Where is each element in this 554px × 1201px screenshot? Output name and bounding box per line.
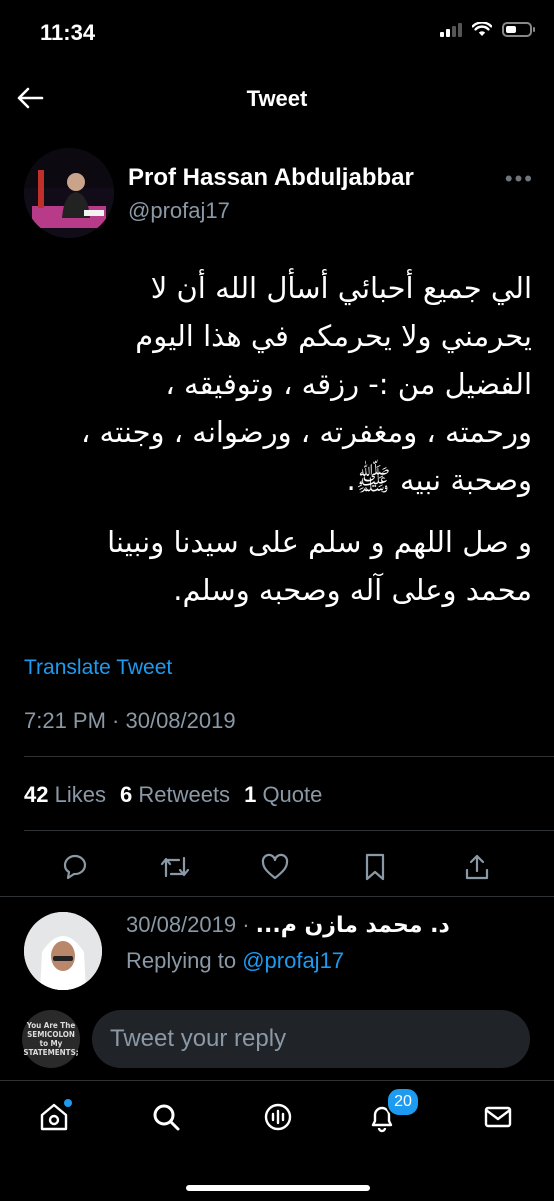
battery-icon — [502, 22, 535, 37]
retweet-icon — [160, 856, 190, 878]
replying-to-handle[interactable]: @profaj17 — [242, 948, 344, 973]
tweet-paragraph: الي جميع أحبائي أسأل الله أن لا يحرمني و… — [80, 271, 532, 497]
reply-composer: You Are The SEMICOLON to My STATEMENTS; … — [0, 1002, 554, 1074]
like-button[interactable] — [258, 850, 292, 884]
share-icon — [465, 854, 489, 880]
author-name[interactable]: Prof Hassan Abduljabbar — [128, 164, 414, 192]
share-button[interactable] — [460, 850, 494, 884]
home-indicator — [186, 1185, 370, 1191]
status-icons — [440, 22, 535, 37]
replying-to: Replying to @profaj17 — [126, 948, 344, 974]
retweets-stat[interactable]: 6 Retweets — [120, 782, 230, 808]
tweet-author: Prof Hassan Abduljabbar @profaj17 ••• — [24, 148, 534, 240]
divider — [0, 896, 554, 897]
reply-date: 30/08/2019 — [126, 912, 237, 937]
divider — [24, 830, 554, 831]
tweet-stats: 42 Likes 6 Retweets 1 Quote — [24, 782, 322, 808]
bookmark-button[interactable] — [358, 850, 392, 884]
tweet-text: الي جميع أحبائي أسأل الله أن لا يحرمني و… — [22, 264, 532, 628]
author-avatar[interactable] — [24, 148, 114, 238]
tweet-timestamp: 7:21 PM · 30/08/2019 — [24, 708, 236, 733]
avatar-photo — [24, 148, 114, 238]
spaces-icon — [264, 1103, 292, 1131]
reply-input[interactable]: Tweet your reply — [92, 1010, 530, 1068]
tab-spaces[interactable] — [258, 1097, 298, 1137]
user-avatar[interactable]: You Are The SEMICOLON to My STATEMENTS; — [22, 1010, 80, 1068]
header: Tweet — [0, 70, 554, 126]
comment-icon — [63, 854, 87, 880]
tab-messages[interactable] — [478, 1097, 518, 1137]
tab-home[interactable] — [34, 1097, 74, 1137]
tab-bar: 20 — [0, 1080, 554, 1201]
status-bar: 11:34 — [0, 0, 554, 66]
likes-stat[interactable]: 42 Likes — [24, 782, 106, 808]
page-title: Tweet — [246, 86, 308, 111]
tab-search[interactable] — [146, 1097, 186, 1137]
notifications-badge: 20 — [386, 1087, 420, 1117]
author-handle[interactable]: @profaj17 — [128, 198, 230, 224]
reply-author-name[interactable]: د. محمد مازن م... — [256, 913, 450, 938]
search-icon — [153, 1104, 180, 1131]
reply-header: د. محمد مازن م... · 30/08/2019 — [126, 912, 450, 938]
mail-icon — [484, 1106, 512, 1128]
more-options-icon[interactable]: ••• — [505, 166, 534, 192]
quotes-stat[interactable]: 1 Quote — [244, 782, 322, 808]
retweet-button[interactable] — [158, 850, 192, 884]
reply-item[interactable]: د. محمد مازن م... · 30/08/2019 Replying … — [0, 898, 554, 998]
tweet-actions — [0, 846, 554, 886]
translate-link[interactable]: Translate Tweet — [24, 656, 172, 680]
reply-avatar[interactable] — [24, 912, 102, 990]
divider — [24, 756, 554, 757]
tab-notifications[interactable]: 20 — [362, 1087, 420, 1137]
reply-button[interactable] — [58, 850, 92, 884]
reply-avatar-photo — [24, 912, 102, 990]
heart-icon — [261, 853, 289, 880]
status-time: 11:34 — [40, 20, 96, 45]
wifi-icon — [472, 22, 492, 36]
bookmark-icon — [365, 853, 385, 881]
replying-to-label: Replying to — [126, 948, 237, 973]
tweet-paragraph: و صل اللهم و سلم على سيدنا ونبينا محمد و… — [107, 525, 532, 607]
cellular-signal-icon — [440, 22, 462, 37]
home-notification-dot — [64, 1099, 72, 1107]
